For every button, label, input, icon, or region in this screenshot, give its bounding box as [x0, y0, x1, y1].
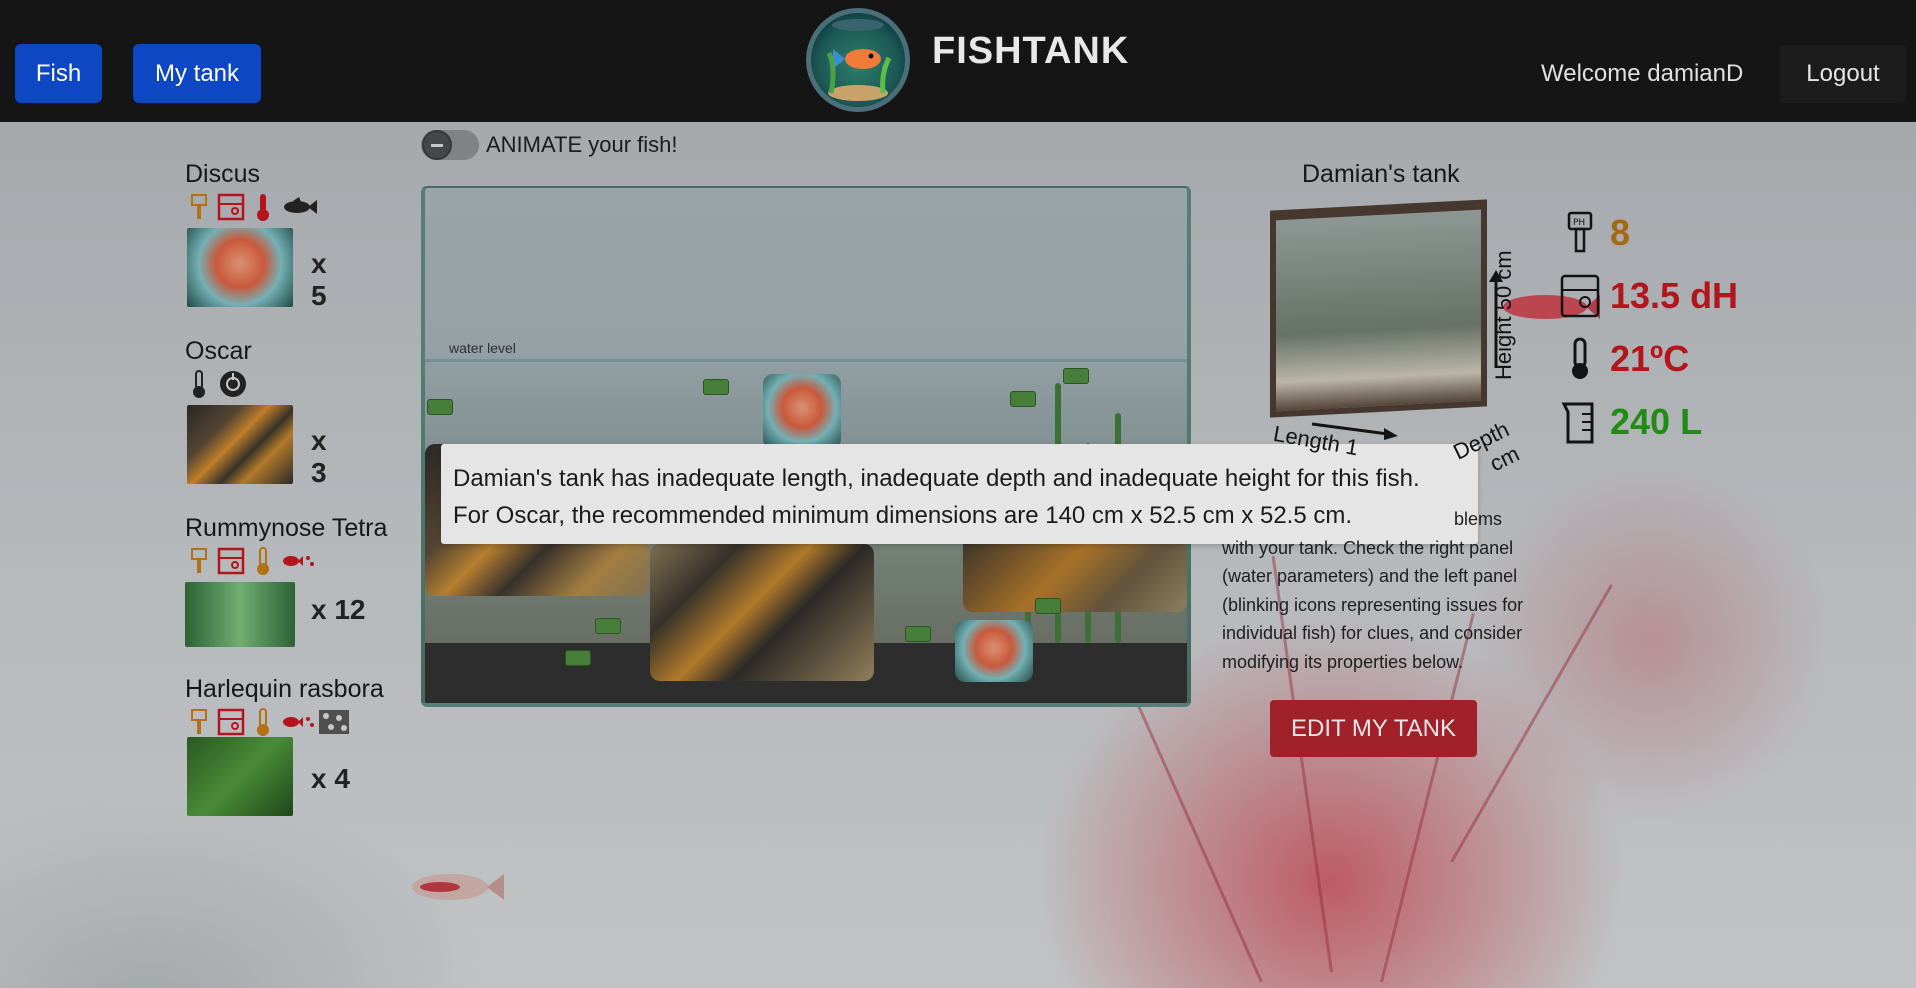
- mini-fish-tile[interactable]: [595, 618, 621, 634]
- hardness-icon: [217, 546, 245, 576]
- nav-fish-button[interactable]: Fish: [15, 44, 102, 103]
- help-text-line: with your tank. Check the right panel: [1222, 537, 1514, 558]
- schooling-icon: [281, 707, 315, 737]
- edit-my-tank-button[interactable]: EDIT MY TANK: [1270, 700, 1477, 757]
- fish-name: Discus: [185, 160, 261, 188]
- nav-my-tank-button[interactable]: My tank: [133, 44, 261, 103]
- mini-fish-tile[interactable]: [703, 379, 729, 395]
- ph-icon: PH: [1560, 210, 1600, 256]
- fish-name: Rummynose Tetra: [185, 514, 388, 542]
- fish-count: x 12: [311, 594, 366, 625]
- hardness-icon: [217, 707, 245, 737]
- fishtank-logo[interactable]: [806, 8, 910, 112]
- hardness-icon: [217, 192, 245, 222]
- background-fish: [412, 874, 504, 900]
- fish-count: x 4: [311, 763, 350, 794]
- help-text-line: blems: [1454, 509, 1503, 529]
- aggression-icon: [217, 369, 249, 399]
- param-temperature: 21ºC: [1560, 336, 1689, 382]
- oscar-tile[interactable]: [650, 544, 874, 681]
- schooling-icon: [281, 546, 315, 576]
- fish-list-item-oscar[interactable]: Oscar x 3: [185, 337, 327, 488]
- volume-value: 240 L: [1610, 401, 1703, 442]
- harlequin-rasbora-photo: [187, 737, 293, 816]
- volume-icon: [1560, 399, 1600, 445]
- mini-fish-tile[interactable]: [1010, 391, 1036, 407]
- mini-fish-tile[interactable]: [1035, 598, 1061, 614]
- param-ph: PH 8: [1560, 210, 1630, 256]
- brand-title: FISHTANK: [932, 30, 1130, 72]
- param-hardness: 13.5 dH: [1560, 273, 1738, 319]
- svg-text:PH: PH: [1573, 218, 1585, 228]
- discus-tile[interactable]: [763, 374, 841, 449]
- fish-count: x 5: [311, 248, 327, 311]
- fish-name: Harlequin rasbora: [185, 675, 384, 703]
- animate-toggle[interactable]: [421, 130, 479, 160]
- fish-count: x 3: [311, 425, 327, 488]
- ph-icon: [185, 192, 213, 222]
- app-page: Fish My tank FISHTANK Welcome damianD Lo…: [0, 0, 1916, 988]
- fish-issue-icons: [185, 706, 384, 738]
- ph-value: 8: [1610, 212, 1631, 253]
- help-text-line: (blinking icons representing issues for: [1222, 594, 1524, 615]
- fish-list-item-discus[interactable]: Discus x 5: [185, 160, 327, 311]
- thermometer-icon: [249, 707, 277, 737]
- logout-button[interactable]: Logout: [1780, 45, 1906, 103]
- thermometer-icon: [185, 369, 213, 399]
- welcome-text: Welcome damianD: [1541, 60, 1744, 87]
- discus-photo: [187, 228, 293, 307]
- animate-toggle-label: ANIMATE your fish!: [486, 132, 678, 157]
- fish-issue-icons: [185, 368, 252, 400]
- water-level-label: water level: [449, 340, 516, 356]
- fish-name: Oscar: [185, 337, 252, 365]
- fish-list-item-harlequin-rasbora[interactable]: Harlequin rasbora x 4: [185, 675, 384, 816]
- pattern-icon: [319, 707, 349, 737]
- mini-fish-tile[interactable]: [565, 650, 591, 666]
- param-volume: 240 L: [1560, 399, 1702, 445]
- fish-list-item-rummynose-tetra[interactable]: Rummynose Tetra x 12: [185, 514, 388, 647]
- background-plant: [1121, 670, 1263, 983]
- help-text-line: modifying its properties below.: [1222, 651, 1464, 672]
- oscar-tile[interactable]: [963, 534, 1187, 612]
- tank-illustration: [1270, 199, 1487, 418]
- fish-issue-icons: [185, 191, 317, 223]
- mini-fish-tile[interactable]: [427, 399, 453, 415]
- temperature-value: 21ºC: [1610, 338, 1690, 379]
- ph-icon: [185, 707, 213, 737]
- fish-size-icon: [281, 192, 317, 222]
- mini-fish-tile[interactable]: [905, 626, 931, 642]
- hardness-icon: [1560, 273, 1600, 319]
- fish-issue-icons: [185, 545, 387, 577]
- toggle-knob: [422, 130, 452, 160]
- thermometer-icon: [1560, 336, 1600, 382]
- rummynose-tetra-photo: [185, 582, 295, 647]
- thermometer-icon: [249, 546, 277, 576]
- fishbowl-icon: [826, 19, 892, 101]
- help-text-line: (water parameters) and the left panel: [1222, 566, 1518, 586]
- mini-fish-tile[interactable]: [1063, 368, 1089, 384]
- ph-icon: [185, 546, 213, 576]
- length-arrow-icon: [1311, 422, 1398, 440]
- hardness-value: 13.5 dH: [1610, 275, 1739, 316]
- tooltip-line-1: Damian's tank has inadequate length, ina…: [453, 465, 1420, 492]
- tank-help-text: blems with your tank. Check the right pa…: [1222, 505, 1552, 676]
- oscar-photo: [187, 405, 293, 484]
- discus-tile[interactable]: [955, 620, 1033, 682]
- thermometer-icon: [249, 192, 277, 222]
- top-navbar: Fish My tank FISHTANK Welcome damianD Lo…: [0, 0, 1916, 122]
- tank-title: Damian's tank: [1302, 160, 1460, 188]
- height-label: Height 50 cm: [1491, 250, 1516, 380]
- water-level-line: [425, 359, 1187, 362]
- help-text-line: individual fish) for clues, and consider: [1222, 623, 1523, 643]
